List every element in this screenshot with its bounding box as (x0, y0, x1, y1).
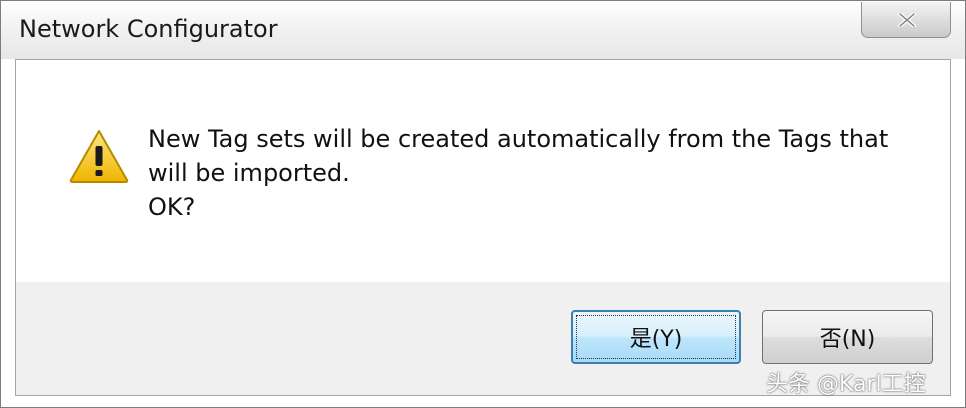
message-line: New Tag sets will be created automatical… (148, 125, 889, 153)
message-area: New Tag sets will be created automatical… (16, 60, 950, 282)
message-text: New Tag sets will be created automatical… (148, 122, 888, 224)
no-button[interactable]: 否(N) (762, 310, 933, 364)
yes-button[interactable]: 是(Y) (571, 310, 741, 364)
message-line: OK? (148, 193, 196, 221)
close-button[interactable] (861, 2, 951, 38)
title-bar[interactable]: Network Configurator (1, 1, 965, 59)
no-button-label: 否(N) (819, 327, 876, 352)
focus-rectangle (576, 315, 736, 359)
dialog-window: Network Configurator New Tag sets will b… (0, 0, 966, 408)
watermark-text: 头条 @Karl工控 (766, 372, 926, 397)
dialog-body: New Tag sets will be created automatical… (15, 59, 951, 396)
warning-icon (69, 130, 129, 183)
window-title: Network Configurator (19, 15, 278, 43)
message-line: will be imported. (148, 159, 350, 187)
close-icon (898, 13, 916, 27)
